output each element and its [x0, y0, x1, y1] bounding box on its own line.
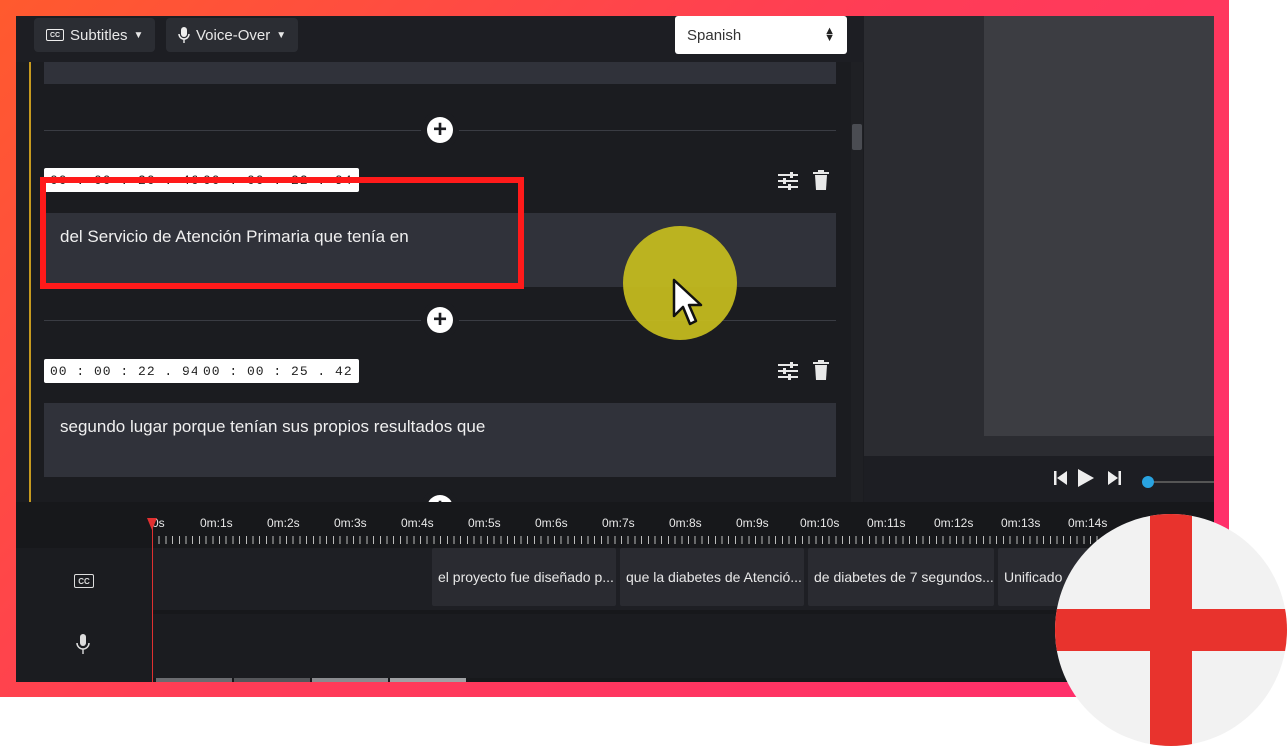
- tune-icon[interactable]: [778, 172, 798, 190]
- timeline: 0s 0m:1s 0m:2s 0m:3s 0m:4s 0m:5s 0m:6s 0…: [16, 502, 1214, 682]
- subtitle-2-end-time[interactable]: 00 : 00 : 25 . 42: [197, 359, 359, 383]
- england-flag-badge: [1055, 514, 1287, 746]
- video-thumbnail: [390, 678, 466, 682]
- mic-icon: [178, 27, 190, 43]
- trash-icon[interactable]: [813, 170, 829, 190]
- tick-label: 0m:9s: [736, 516, 769, 530]
- language-select-value: Spanish: [687, 26, 742, 44]
- tune-icon[interactable]: [778, 362, 798, 380]
- add-icon[interactable]: +: [427, 495, 453, 502]
- trash-icon[interactable]: [813, 360, 829, 380]
- playhead-handle[interactable]: [147, 518, 157, 530]
- progress-handle[interactable]: [1142, 476, 1154, 488]
- select-arrows-icon: ▲ ▼: [824, 25, 835, 44]
- video-preview[interactable]: [984, 16, 1214, 436]
- video-thumbnail: [312, 678, 388, 682]
- tick-label: 0m:3s: [334, 516, 367, 530]
- progress-track[interactable]: [1154, 481, 1214, 483]
- video-preview-panel: [864, 16, 1214, 502]
- add-icon[interactable]: +: [427, 307, 453, 333]
- caret-down-icon: ▼: [133, 29, 144, 41]
- cc-icon: CC: [46, 29, 64, 41]
- play-icon[interactable]: [1077, 468, 1095, 488]
- subtitle-clip[interactable]: de diabetes de 7 segundos...: [808, 548, 994, 606]
- tick-label: 0m:2s: [267, 516, 300, 530]
- mic-icon: [76, 634, 90, 654]
- tick-label: 0m:1s: [200, 516, 233, 530]
- tick-label: 0m:13s: [1001, 516, 1041, 530]
- playhead[interactable]: [152, 522, 153, 682]
- subtitle-2-start-time[interactable]: 00 : 00 : 22 . 94: [44, 359, 206, 383]
- player-controls: [864, 456, 1214, 502]
- flag-cross-horizontal: [1055, 609, 1287, 651]
- voiceover-label: Voice-Over: [196, 26, 271, 44]
- tick-label: 0m:10s: [800, 516, 840, 530]
- tick-label: 0m:7s: [602, 516, 635, 530]
- skip-back-icon[interactable]: [1054, 470, 1068, 486]
- time-separator: -: [184, 361, 190, 378]
- language-select[interactable]: Spanish ▲ ▼: [675, 16, 847, 54]
- subtitle-clip[interactable]: que la diabetes de Atenció...: [620, 548, 804, 606]
- tick-label: 0m:6s: [535, 516, 568, 530]
- video-thumbnail: [156, 678, 232, 682]
- skip-forward-icon[interactable]: [1107, 470, 1121, 486]
- list-scrollbar-thumb[interactable]: [852, 124, 862, 150]
- tick-label: 0m:8s: [669, 516, 702, 530]
- tick-label: 0m:12s: [934, 516, 974, 530]
- subtitle-text-box-previous[interactable]: [44, 62, 836, 84]
- video-thumbnail: [234, 678, 310, 682]
- list-accent-line: [29, 62, 31, 502]
- tick-label: 0m:4s: [401, 516, 434, 530]
- subtitles-dropdown-button[interactable]: CC Subtitles ▼: [34, 18, 156, 52]
- add-icon[interactable]: +: [427, 117, 453, 143]
- tick-label: 0m:5s: [468, 516, 501, 530]
- mouse-cursor-icon: [672, 278, 703, 326]
- highlight-box: [40, 177, 524, 289]
- tick-label: 0m:11s: [867, 516, 906, 530]
- timeline-ticks: [152, 536, 1214, 544]
- caret-down-icon: ▼: [276, 29, 287, 41]
- cc-icon: CC: [74, 574, 94, 588]
- tick-label: 0m:14s: [1068, 516, 1108, 530]
- editor-toolbar: CC Subtitles ▼ Voice-Over ▼ Spanish ▲ ▼: [16, 16, 864, 62]
- subtitle-clip[interactable]: el proyecto fue diseñado p...: [432, 548, 616, 606]
- voiceover-dropdown-button[interactable]: Voice-Over ▼: [166, 18, 299, 52]
- track-headers: CC: [16, 548, 152, 682]
- subtitles-label: Subtitles: [70, 26, 128, 44]
- video-thumbnails: [156, 678, 466, 682]
- subtitle-editor-app: CC Subtitles ▼ Voice-Over ▼ Spanish ▲ ▼ +…: [16, 16, 1214, 682]
- subtitle-2-text[interactable]: segundo lugar porque tenían sus propios …: [44, 403, 836, 477]
